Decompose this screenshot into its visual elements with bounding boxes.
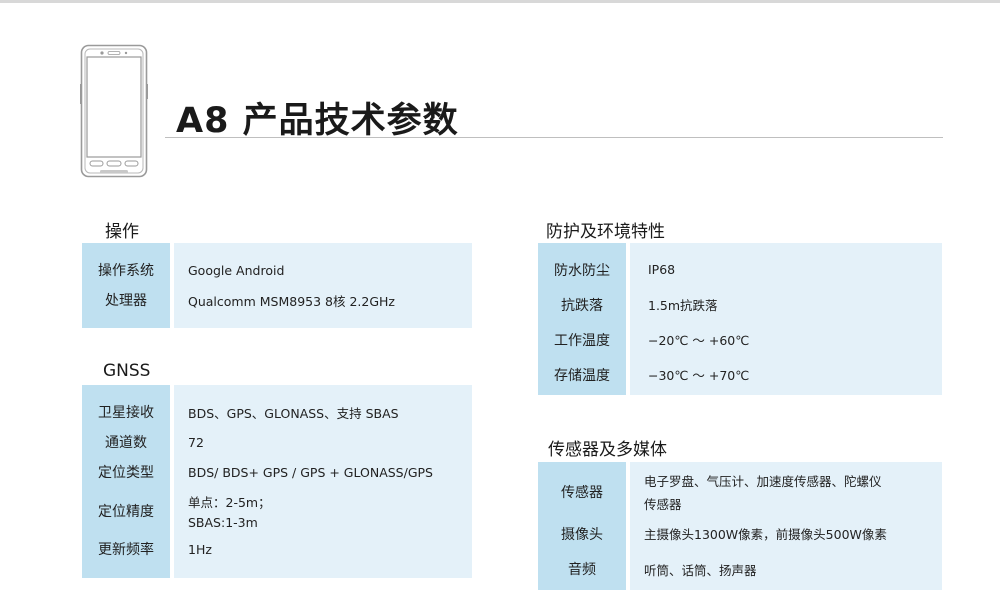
section-title-gnss: GNSS [103, 361, 151, 381]
row-value-channels: 72 [188, 434, 204, 450]
row-label-update-rate: 更新频率 [98, 542, 154, 558]
sensors-labels-column: 传感器 摄像头 音频 [538, 462, 626, 590]
row-label-os: 操作系统 [98, 263, 154, 279]
protection-values-column: IP68 1.5m抗跌落 −20℃ ～ +60℃ −30℃ ～ +70℃ [630, 243, 942, 395]
sensors-values-column: 电子罗盘、气压计、加速度传感器、陀螺仪 传感器 主摄像头1300W像素，前摄像头… [630, 462, 942, 590]
row-label-operating-temp: 工作温度 [554, 332, 610, 349]
row-label-sensors: 传感器 [561, 485, 603, 501]
row-label-storage-temp: 存储温度 [554, 367, 610, 384]
section-title-operation: 操作 [105, 222, 139, 242]
top-divider [0, 0, 1000, 3]
row-value-update-rate: 1Hz [188, 541, 212, 557]
sensors-list-line1: 电子罗盘、气压计、加速度传感器、陀螺仪 [644, 474, 882, 489]
section-title-sensors: 传感器及多媒体 [548, 440, 667, 460]
operation-values-column: Google Android Qualcomm MSM8953 8核 2.2GH… [174, 243, 472, 328]
row-label-channels: 通道数 [105, 435, 147, 451]
accuracy-sbas: SBAS:1-3m [188, 514, 258, 530]
row-label-audio: 音频 [568, 562, 596, 578]
row-value-storage-temp: −30℃ ～ +70℃ [648, 368, 750, 383]
row-value-processor: Qualcomm MSM8953 8核 2.2GHz [188, 293, 395, 309]
row-label-processor: 处理器 [105, 293, 147, 309]
accuracy-single-point: 单点：2-5m； [188, 494, 271, 510]
gnss-values-column: BDS、GPS、GLONASS、支持 SBAS 72 BDS/ BDS+ GPS… [174, 385, 472, 578]
row-value-satellite: BDS、GPS、GLONASS、支持 SBAS [188, 405, 399, 421]
row-label-satellite: 卫星接收 [98, 405, 154, 421]
section-title-protection: 防护及环境特性 [546, 222, 665, 242]
gnss-table: 卫星接收 通道数 定位类型 定位精度 更新频率 BDS、GPS、GLONASS、… [82, 385, 472, 578]
row-label-drop: 抗跌落 [561, 297, 603, 314]
row-value-positioning-type: BDS/ BDS+ GPS / GPS + GLONASS/GPS [188, 464, 433, 480]
sensors-list-line2: 传感器 [644, 497, 682, 512]
row-value-waterproof: IP68 [648, 262, 676, 277]
sensors-table: 传感器 摄像头 音频 电子罗盘、气压计、加速度传感器、陀螺仪 传感器 主摄像头1… [538, 462, 942, 590]
row-value-drop: 1.5m抗跌落 [648, 298, 718, 313]
gnss-labels-column: 卫星接收 通道数 定位类型 定位精度 更新频率 [82, 385, 170, 578]
row-label-accuracy: 定位精度 [98, 503, 154, 520]
operation-labels-column: 操作系统 处理器 [82, 243, 170, 328]
row-value-os: Google Android [188, 262, 285, 278]
operation-table: 操作系统 处理器 Google Android Qualcomm MSM8953… [82, 243, 472, 328]
row-value-operating-temp: −20℃ ～ +60℃ [648, 333, 750, 348]
row-value-camera: 主摄像头1300W像素，前摄像头500W像素 [644, 527, 887, 542]
phone-device-icon [80, 44, 148, 178]
row-value-audio: 听筒、话筒、扬声器 [644, 562, 757, 578]
row-value-accuracy: 单点：2-5m； SBAS:1-3m [188, 487, 472, 534]
row-label-positioning-type: 定位类型 [98, 465, 154, 481]
protection-labels-column: 防水防尘 抗跌落 工作温度 存储温度 [538, 243, 626, 395]
page-title: A8 产品技术参数 [176, 101, 459, 141]
title-underline [165, 137, 943, 138]
row-value-sensors: 电子罗盘、气压计、加速度传感器、陀螺仪 传感器 [644, 467, 942, 517]
protection-table: 防水防尘 抗跌落 工作温度 存储温度 IP68 1.5m抗跌落 −20℃ ～ +… [538, 243, 942, 395]
row-label-camera: 摄像头 [561, 526, 603, 543]
row-label-waterproof: 防水防尘 [554, 262, 610, 279]
